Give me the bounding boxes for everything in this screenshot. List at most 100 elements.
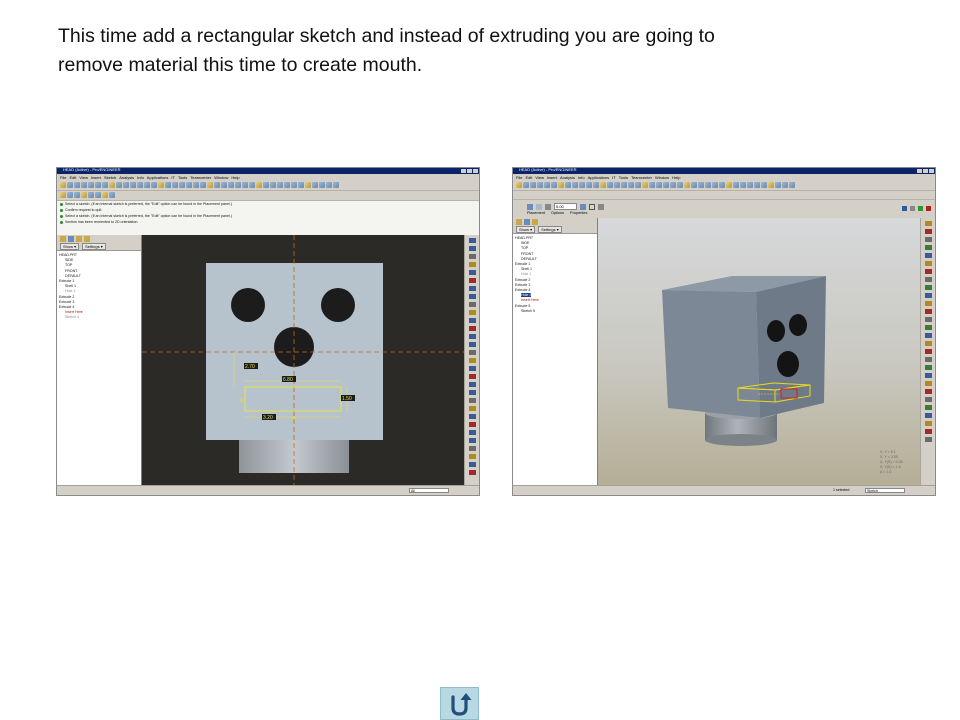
toolbar-button-icon[interactable] — [726, 182, 732, 188]
sketch-tool-icon[interactable] — [924, 349, 932, 354]
solid-icon[interactable] — [527, 203, 533, 210]
tab-placement[interactable]: Placement — [527, 211, 545, 215]
cancel-x-icon[interactable] — [926, 206, 931, 211]
sketch-tool-icon[interactable] — [468, 422, 476, 427]
sketch-tool-icon[interactable] — [924, 437, 932, 442]
sketch-tool-icon[interactable] — [924, 229, 932, 234]
remove-material-icon[interactable] — [589, 203, 595, 210]
toolbar-button-icon[interactable] — [712, 182, 718, 188]
toolbar-button-icon[interactable] — [326, 182, 332, 188]
tree-item[interactable]: Sketch 5 — [515, 309, 595, 314]
sketch-tool-icon[interactable] — [468, 334, 476, 339]
sketch-tool-icon[interactable] — [924, 277, 932, 282]
menu-applications[interactable]: Applications — [147, 175, 169, 180]
toolbar-button-icon[interactable] — [102, 182, 108, 188]
toolbar-button-icon[interactable] — [242, 182, 248, 188]
sketch-tool-icon[interactable] — [468, 462, 476, 467]
menu-analysis[interactable]: Analysis — [119, 175, 134, 180]
toolbar-button-icon[interactable] — [158, 182, 164, 188]
menu-view[interactable]: View — [79, 175, 88, 180]
menu-it[interactable]: IT — [171, 175, 175, 180]
toolbar-button-icon[interactable] — [214, 182, 220, 188]
toolbar-button-icon[interactable] — [698, 182, 704, 188]
sketch-tool-icon[interactable] — [468, 286, 476, 291]
toolbar-button-icon[interactable] — [635, 182, 641, 188]
toolbar-button-icon[interactable] — [558, 182, 564, 188]
right-3d-viewport[interactable]: X, Y = 6.1 X, Y = 3.55 X, Y(S) = 0.35 X,… — [598, 218, 921, 488]
sketch-tool-icon[interactable] — [468, 278, 476, 283]
sketch-tool-icon[interactable] — [468, 326, 476, 331]
sketch-tool-icon[interactable] — [468, 238, 476, 243]
maximize-icon[interactable] — [923, 169, 928, 173]
toolbar-button-icon[interactable] — [193, 182, 199, 188]
menu-window[interactable]: Window — [214, 175, 228, 180]
toolbar-button-icon[interactable] — [74, 192, 80, 198]
sketch-tool-icon[interactable] — [468, 318, 476, 323]
sketch-tool-icon[interactable] — [924, 389, 932, 394]
toolbar-button-icon[interactable] — [67, 182, 73, 188]
toolbar-button-icon[interactable] — [123, 182, 129, 188]
sketch-tool-icon[interactable] — [468, 398, 476, 403]
toolbar-button-icon[interactable] — [228, 182, 234, 188]
toolbar-button-icon[interactable] — [60, 192, 66, 198]
toolbar-button-icon[interactable] — [312, 182, 318, 188]
sketch-tool-icon[interactable] — [468, 374, 476, 379]
sketch-tool-icon[interactable] — [468, 358, 476, 363]
toolbar-button-icon[interactable] — [81, 182, 87, 188]
sketch-tool-icon[interactable] — [924, 333, 932, 338]
menu-info[interactable]: Info — [578, 175, 585, 180]
sketch-tool-icon[interactable] — [468, 246, 476, 251]
surface-icon[interactable] — [536, 203, 542, 210]
toolbar-button-icon[interactable] — [593, 182, 599, 188]
sketch-tool-icon[interactable] — [924, 429, 932, 434]
menu-edit[interactable]: Edit — [525, 175, 532, 180]
toolbar-button-icon[interactable] — [607, 182, 613, 188]
folder-tab-icon[interactable] — [68, 236, 74, 242]
toolbar-button-icon[interactable] — [270, 182, 276, 188]
toolbar-button-icon[interactable] — [544, 182, 550, 188]
menu-file[interactable]: File — [60, 175, 66, 180]
menu-info[interactable]: Info — [137, 175, 144, 180]
toolbar-button-icon[interactable] — [263, 182, 269, 188]
left-sketch-viewport[interactable]: 6.80 2.70 1.50 3.20 V H — [142, 235, 465, 488]
sketch-tool-icon[interactable] — [924, 221, 932, 226]
depth-option-icon[interactable] — [545, 203, 551, 210]
menu-teamcenter[interactable]: Teamcenter — [631, 175, 652, 180]
menu-help[interactable]: Help — [672, 175, 680, 180]
sketch-tool-icon[interactable] — [468, 446, 476, 451]
toolbar-button-icon[interactable] — [537, 182, 543, 188]
toolbar-button-icon[interactable] — [172, 182, 178, 188]
sketch-tool-icon[interactable] — [924, 245, 932, 250]
toolbar-button-icon[interactable] — [600, 182, 606, 188]
toolbar-button-icon[interactable] — [572, 182, 578, 188]
preview-icon[interactable] — [910, 206, 915, 211]
toolbar-button-icon[interactable] — [298, 182, 304, 188]
toolbar-button-icon[interactable] — [88, 182, 94, 188]
toolbar-button-icon[interactable] — [733, 182, 739, 188]
toolbar-button-icon[interactable] — [740, 182, 746, 188]
menu-applications[interactable]: Applications — [588, 175, 610, 180]
toolbar-button-icon[interactable] — [284, 182, 290, 188]
toolbar-button-icon[interactable] — [551, 182, 557, 188]
toolbar-button-icon[interactable] — [221, 182, 227, 188]
toolbar-button-icon[interactable] — [60, 182, 66, 188]
sketch-tool-icon[interactable] — [924, 325, 932, 330]
toolbar-button-icon[interactable] — [649, 182, 655, 188]
toolbar-button-icon[interactable] — [663, 182, 669, 188]
menu-help[interactable]: Help — [231, 175, 239, 180]
toolbar-button-icon[interactable] — [523, 182, 529, 188]
menu-tools[interactable]: Tools — [178, 175, 187, 180]
toolbar-button-icon[interactable] — [642, 182, 648, 188]
toolbar-button-icon[interactable] — [305, 182, 311, 188]
sketch-tool-icon[interactable] — [924, 301, 932, 306]
sketch-tool-icon[interactable] — [468, 430, 476, 435]
sketch-tool-icon[interactable] — [468, 438, 476, 443]
menu-edit[interactable]: Edit — [69, 175, 76, 180]
sketch-tool-icon[interactable] — [468, 390, 476, 395]
minimize-icon[interactable] — [461, 169, 466, 173]
toolbar-button-icon[interactable] — [207, 182, 213, 188]
sketch-tool-icon[interactable] — [924, 237, 932, 242]
favorites-tab-icon[interactable] — [76, 236, 82, 242]
toolbar-button-icon[interactable] — [179, 182, 185, 188]
toolbar-button-icon[interactable] — [677, 182, 683, 188]
